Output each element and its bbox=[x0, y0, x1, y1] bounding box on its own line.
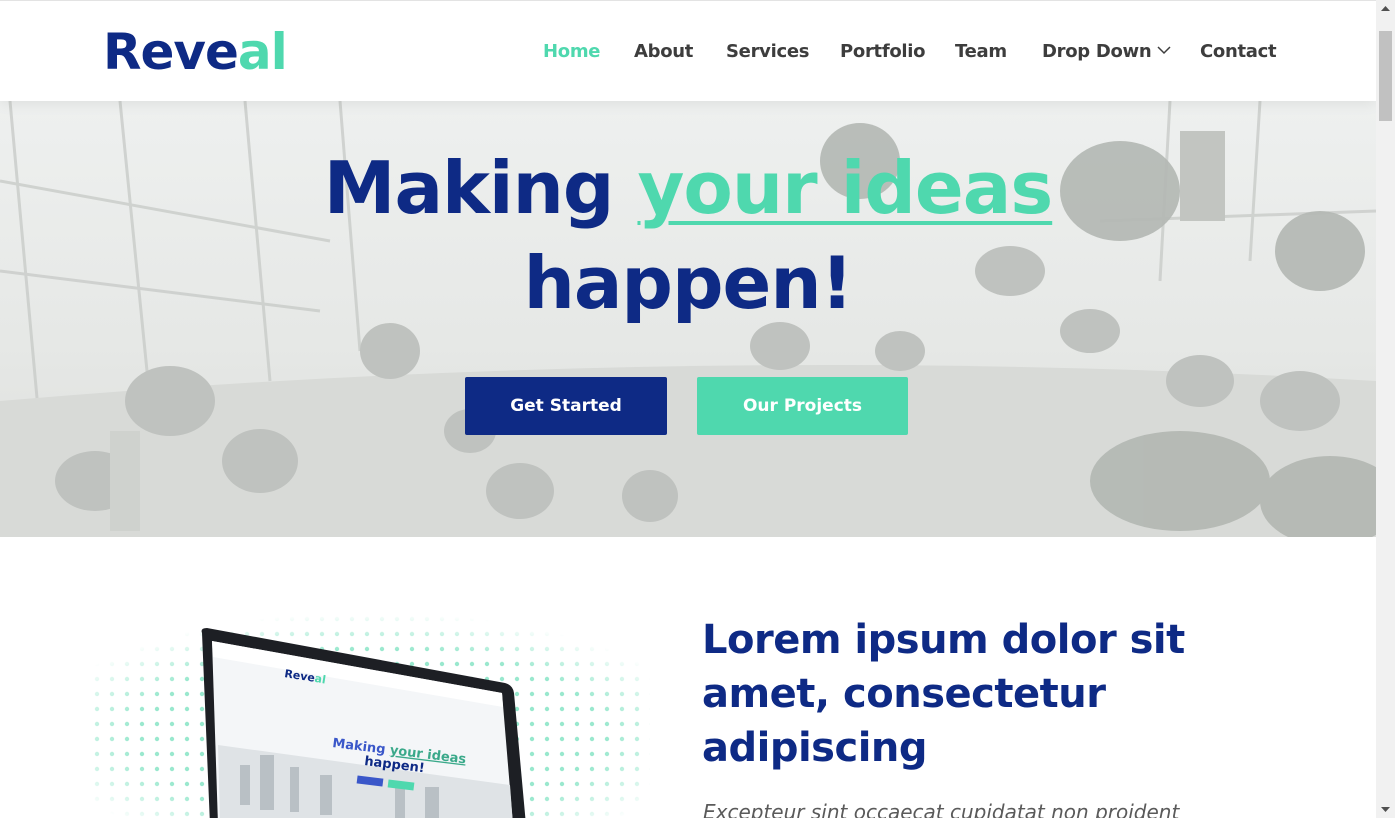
nav-drop-down-label: Drop Down bbox=[1042, 41, 1152, 62]
hero-title-line-2: happen! bbox=[523, 241, 854, 325]
nav-team[interactable]: Team bbox=[955, 41, 1007, 62]
scroll-down-arrow-icon[interactable] bbox=[1376, 801, 1395, 818]
site-logo[interactable]: Reveal bbox=[103, 19, 288, 85]
hero-title-accent: your ideas bbox=[637, 146, 1053, 230]
hero-section: Making your ideas happen! Get Started Ou… bbox=[0, 101, 1376, 537]
scrollbar-thumb[interactable] bbox=[1379, 31, 1392, 121]
nav-services[interactable]: Services bbox=[726, 41, 809, 62]
laptop-mockup-image: Reveal Making your ideas happen! bbox=[201, 628, 526, 818]
site-header: Reveal Home About Services Portfolio Tea… bbox=[0, 0, 1376, 101]
about-section: Reveal Making your ideas happen! Lorem i… bbox=[0, 537, 1376, 818]
mockup-logo-part-2: al bbox=[314, 672, 327, 687]
our-projects-button[interactable]: Our Projects bbox=[697, 377, 908, 435]
scroll-up-arrow-icon[interactable] bbox=[1376, 0, 1395, 17]
nav-contact[interactable]: Contact bbox=[1200, 41, 1277, 62]
nav-drop-down[interactable]: Drop Down bbox=[1042, 41, 1171, 62]
nav-home[interactable]: Home bbox=[543, 41, 601, 62]
about-heading: Lorem ipsum dolor sit amet, consectetur … bbox=[702, 617, 1185, 771]
hero-title-line-1: Making your ideas bbox=[0, 141, 1376, 236]
page-scrollbar[interactable] bbox=[1376, 0, 1395, 818]
get-started-button[interactable]: Get Started bbox=[465, 377, 667, 435]
logo-part-1: Reve bbox=[103, 23, 239, 81]
hero-title-making: Making bbox=[323, 146, 638, 230]
chevron-down-icon bbox=[1157, 46, 1171, 55]
hero-title: Making your ideas happen! bbox=[0, 141, 1376, 331]
nav-about[interactable]: About bbox=[634, 41, 693, 62]
logo-part-2: al bbox=[237, 23, 288, 81]
about-text: Excepteur sint occaecat cupidatat non pr… bbox=[703, 800, 1180, 818]
nav-portfolio[interactable]: Portfolio bbox=[840, 41, 926, 62]
